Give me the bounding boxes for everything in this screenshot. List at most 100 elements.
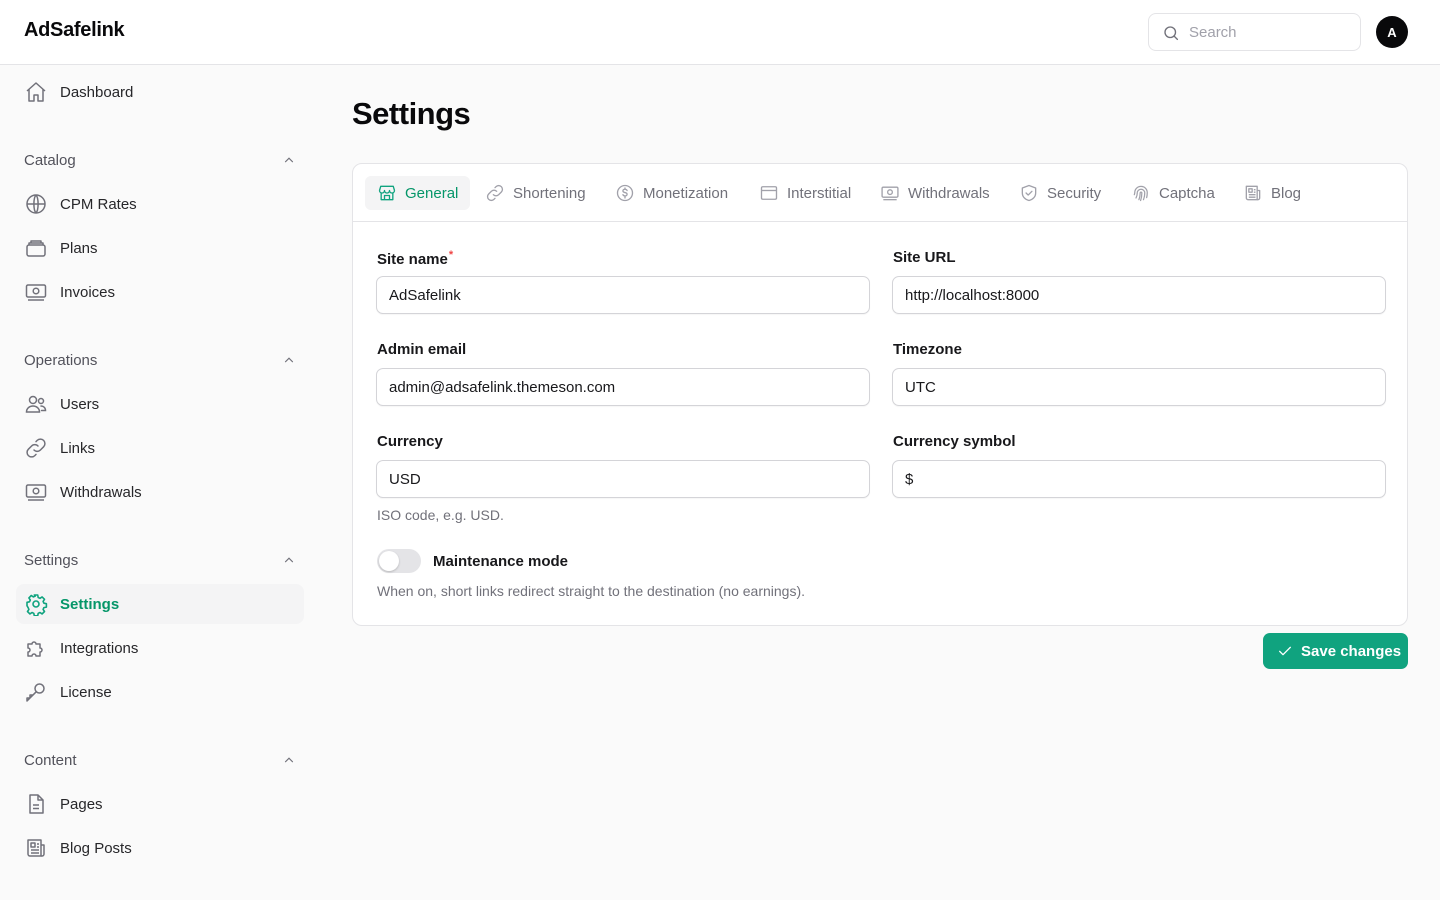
tab-monetization[interactable]: Monetization bbox=[603, 176, 740, 210]
tab-label: Shortening bbox=[513, 184, 586, 202]
tab-label: Captcha bbox=[1159, 184, 1215, 202]
sidebar-item-links[interactable]: Links bbox=[16, 428, 304, 468]
dollar-circle-icon bbox=[615, 183, 635, 203]
required-mark: * bbox=[448, 249, 454, 261]
storefront-icon bbox=[377, 183, 397, 203]
sidebar-item-label: License bbox=[60, 683, 112, 701]
search-icon bbox=[1162, 24, 1180, 42]
tab-label: Security bbox=[1047, 184, 1102, 202]
currency-symbol-label: Currency symbol bbox=[893, 433, 1016, 450]
site-url-input[interactable] bbox=[892, 276, 1386, 314]
maintenance-help-text: When on, short links redirect straight t… bbox=[377, 583, 805, 599]
tab-shortening[interactable]: Shortening bbox=[473, 176, 598, 210]
currency-label: Currency bbox=[377, 433, 443, 450]
tab-blog[interactable]: Blog bbox=[1231, 176, 1313, 210]
tab-general[interactable]: General bbox=[365, 176, 471, 210]
tab-captcha[interactable]: Captcha bbox=[1119, 176, 1227, 210]
nav-group-label: Operations bbox=[24, 351, 98, 369]
tab-interstitial[interactable]: Interstitial bbox=[747, 176, 863, 210]
sidebar-item-label: CPM Rates bbox=[60, 195, 137, 213]
toggle-knob bbox=[379, 551, 399, 571]
banknote-icon bbox=[24, 480, 48, 504]
stack-icon bbox=[24, 236, 48, 260]
tab-security[interactable]: Security bbox=[1007, 176, 1113, 210]
check-icon bbox=[1277, 643, 1293, 659]
tab-bar: General Shortening Monetization Intersti… bbox=[353, 164, 1407, 222]
settings-card: General Shortening Monetization Intersti… bbox=[352, 163, 1408, 626]
sidebar-item-plans[interactable]: Plans bbox=[16, 228, 304, 268]
brand-logo[interactable]: AdSafelink bbox=[24, 19, 125, 42]
puzzle-icon bbox=[24, 636, 48, 660]
tab-label: Interstitial bbox=[787, 184, 852, 202]
timezone-label: Timezone bbox=[893, 341, 962, 358]
sidebar-item-label: Users bbox=[60, 395, 100, 413]
tab-label: Monetization bbox=[643, 184, 729, 202]
tab-withdrawals[interactable]: Withdrawals bbox=[868, 176, 1002, 210]
site-name-input[interactable] bbox=[376, 276, 870, 314]
chevron-up-icon bbox=[282, 153, 296, 167]
chevron-up-icon bbox=[282, 553, 296, 567]
sidebar-item-label: Dashboard bbox=[60, 83, 134, 101]
save-changes-label: Save changes bbox=[1301, 642, 1402, 660]
site-name-label-text: Site name bbox=[377, 251, 448, 268]
page-title: Settings bbox=[352, 96, 471, 131]
sidebar-item-withdrawals[interactable]: Withdrawals bbox=[16, 472, 304, 512]
link-icon bbox=[485, 183, 505, 203]
site-url-label: Site URL bbox=[893, 249, 956, 266]
gear-icon bbox=[24, 592, 48, 616]
timezone-input[interactable] bbox=[892, 368, 1386, 406]
banknote-icon bbox=[24, 280, 48, 304]
users-icon bbox=[24, 392, 48, 416]
nav-group-operations[interactable]: Operations bbox=[24, 348, 296, 372]
user-avatar[interactable]: A bbox=[1376, 16, 1408, 48]
sidebar-item-blog-posts[interactable]: Blog Posts bbox=[16, 828, 304, 868]
banknote-icon bbox=[880, 183, 900, 203]
tab-label: Blog bbox=[1271, 184, 1302, 202]
search-input[interactable] bbox=[1189, 22, 1349, 42]
nav-group-settings[interactable]: Settings bbox=[24, 548, 296, 572]
sidebar-item-settings[interactable]: Settings bbox=[16, 584, 304, 624]
top-bar: AdSafelink A bbox=[0, 0, 1440, 65]
sidebar-item-label: Pages bbox=[60, 795, 103, 813]
sidebar-item-cpm-rates[interactable]: CPM Rates bbox=[16, 184, 304, 224]
document-icon bbox=[24, 792, 48, 816]
fingerprint-icon bbox=[1131, 183, 1151, 203]
sidebar-item-pages[interactable]: Pages bbox=[16, 784, 304, 824]
sidebar-item-label: Plans bbox=[60, 239, 98, 257]
home-icon bbox=[24, 80, 48, 104]
currency-symbol-input[interactable] bbox=[892, 460, 1386, 498]
sidebar-item-integrations[interactable]: Integrations bbox=[16, 628, 304, 668]
sidebar: Dashboard Catalog CPM Rates Plans Invoic… bbox=[0, 65, 320, 900]
sidebar-item-label: Withdrawals bbox=[60, 483, 142, 501]
sidebar-item-label: Links bbox=[60, 439, 96, 457]
sidebar-item-label: Invoices bbox=[60, 283, 116, 301]
window-icon bbox=[759, 183, 779, 203]
sidebar-item-users[interactable]: Users bbox=[16, 384, 304, 424]
currency-help-text: ISO code, e.g. USD. bbox=[377, 507, 504, 523]
maintenance-mode-label: Maintenance mode bbox=[433, 553, 569, 570]
nav-group-content[interactable]: Content bbox=[24, 748, 296, 772]
key-icon bbox=[24, 680, 48, 704]
currency-input[interactable] bbox=[376, 460, 870, 498]
nav-group-label: Catalog bbox=[24, 151, 76, 169]
tab-label: Withdrawals bbox=[908, 184, 990, 202]
chevron-up-icon bbox=[282, 353, 296, 367]
search-box[interactable] bbox=[1148, 13, 1361, 51]
maintenance-mode-toggle[interactable] bbox=[377, 549, 421, 573]
sidebar-item-dashboard[interactable]: Dashboard bbox=[16, 72, 304, 112]
save-changes-button[interactable]: Save changes bbox=[1263, 633, 1408, 669]
sidebar-item-invoices[interactable]: Invoices bbox=[16, 272, 304, 312]
tab-label: General bbox=[405, 184, 459, 202]
nav-group-label: Content bbox=[24, 751, 77, 769]
sidebar-item-license[interactable]: License bbox=[16, 672, 304, 712]
link-icon bbox=[24, 436, 48, 460]
site-name-label: Site name* bbox=[377, 249, 453, 268]
nav-group-label: Settings bbox=[24, 551, 79, 569]
newspaper-icon bbox=[24, 836, 48, 860]
nav-group-catalog[interactable]: Catalog bbox=[24, 148, 296, 172]
admin-email-input[interactable] bbox=[376, 368, 870, 406]
newspaper-icon bbox=[1243, 183, 1263, 203]
sidebar-item-label: Blog Posts bbox=[60, 839, 132, 857]
shield-check-icon bbox=[1019, 183, 1039, 203]
sidebar-item-label: Integrations bbox=[60, 639, 139, 657]
